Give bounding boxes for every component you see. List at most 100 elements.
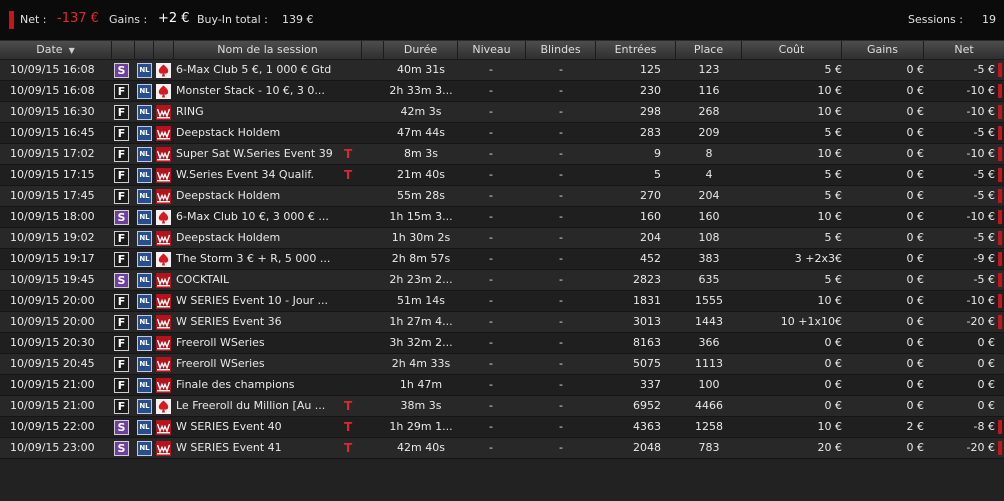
- pokerstars-icon: [156, 252, 171, 267]
- session-type-badge: F: [114, 399, 129, 414]
- session-level: -: [489, 399, 493, 412]
- limit-badge: NL: [137, 168, 152, 183]
- limit-badge: NL: [137, 315, 152, 330]
- session-duration: 3h 32m 2...: [389, 336, 453, 349]
- session-entries: 6952: [633, 399, 661, 412]
- table-row[interactable]: 10/09/15 16:08 F NL Monster Stack - 10 €…: [0, 81, 1004, 102]
- column-level-label: Niveau: [472, 43, 511, 56]
- session-place: 108: [698, 231, 720, 244]
- table-row[interactable]: 10/09/15 16:45 F NL Deepstack Holdem 47m…: [0, 123, 1004, 144]
- session-net: -10 €: [966, 210, 995, 223]
- winamax-icon: [156, 315, 171, 330]
- table-row[interactable]: 10/09/15 19:02 F NL Deepstack Holdem 1h …: [0, 228, 1004, 249]
- session-gains: 0 €: [906, 378, 925, 391]
- table-row[interactable]: 10/09/15 16:08 S NL 6-Max Club 5 €, 1 00…: [0, 60, 1004, 81]
- winamax-icon: [156, 189, 171, 204]
- table-row[interactable]: 10/09/15 20:45 F NL Freeroll WSeries 2h …: [0, 354, 1004, 375]
- session-place: 1258: [695, 420, 723, 433]
- session-place: 100: [698, 378, 720, 391]
- session-level: -: [489, 168, 493, 181]
- session-type-badge: S: [114, 210, 129, 225]
- column-gains[interactable]: Gains: [842, 41, 924, 60]
- session-place: 635: [698, 273, 720, 286]
- table-row[interactable]: 10/09/15 18:00 S NL 6-Max Club 10 €, 3 0…: [0, 207, 1004, 228]
- session-net: -10 €: [966, 84, 995, 97]
- session-net: 0 €: [977, 336, 996, 349]
- limit-badge: NL: [137, 84, 152, 99]
- column-room[interactable]: [154, 41, 174, 60]
- session-blinds: -: [559, 126, 563, 139]
- net-value: -137 €: [57, 11, 99, 26]
- buyin-value: 139 €: [282, 13, 314, 26]
- column-net[interactable]: Net: [924, 41, 1004, 60]
- column-name[interactable]: Nom de la session: [174, 41, 362, 60]
- column-turbo[interactable]: [362, 41, 384, 60]
- column-date[interactable]: Date ▼: [0, 41, 112, 60]
- session-net: 0 €: [977, 357, 996, 370]
- session-type-badge: F: [114, 315, 129, 330]
- limit-badge: NL: [137, 105, 152, 120]
- winamax-icon: [156, 231, 171, 246]
- column-duration[interactable]: Durée: [384, 41, 458, 60]
- winamax-icon: [156, 357, 171, 372]
- table-row[interactable]: 10/09/15 21:00 F NL Finale des champions…: [0, 375, 1004, 396]
- session-blinds: -: [559, 378, 563, 391]
- session-level: -: [489, 126, 493, 139]
- column-blinds[interactable]: Blindes: [526, 41, 596, 60]
- session-cost: 10 €: [817, 294, 843, 307]
- net-loss-indicator: [998, 84, 1002, 98]
- session-entries: 4363: [633, 420, 661, 433]
- table-row[interactable]: 10/09/15 20:30 F NL Freeroll WSeries 3h …: [0, 333, 1004, 354]
- column-level[interactable]: Niveau: [458, 41, 526, 60]
- table-row[interactable]: 10/09/15 17:15 F NL W.Series Event 34 Qu…: [0, 165, 1004, 186]
- session-net: -5 €: [973, 231, 995, 244]
- table-row[interactable]: 10/09/15 22:00 S NL W SERIES Event 40 T …: [0, 417, 1004, 438]
- session-entries: 452: [640, 252, 661, 265]
- session-place: 383: [698, 252, 720, 265]
- session-cost: 10 €: [817, 210, 843, 223]
- session-date: 10/09/15 20:30: [10, 336, 95, 349]
- table-row[interactable]: 10/09/15 21:00 F NL Le Freeroll du Milli…: [0, 396, 1004, 417]
- turbo-icon: T: [344, 441, 353, 455]
- session-net: -10 €: [966, 294, 995, 307]
- session-gains: 0 €: [906, 336, 925, 349]
- table-row[interactable]: 10/09/15 19:45 S NL COCKTAIL 2h 23m 2...…: [0, 270, 1004, 291]
- session-place: 204: [698, 189, 720, 202]
- column-limit[interactable]: [135, 41, 154, 60]
- session-duration: 40m 31s: [397, 63, 445, 76]
- session-type-badge: F: [114, 105, 129, 120]
- column-net-label: Net: [954, 43, 974, 56]
- table-row[interactable]: 10/09/15 17:45 F NL Deepstack Holdem 55m…: [0, 186, 1004, 207]
- column-place[interactable]: Place: [676, 41, 742, 60]
- session-gains: 0 €: [906, 441, 925, 454]
- table-row[interactable]: 10/09/15 19:17 F NL The Storm 3 € + R, 5…: [0, 249, 1004, 270]
- table-row[interactable]: 10/09/15 16:30 F NL RING 42m 3s - - 298 …: [0, 102, 1004, 123]
- session-gains: 0 €: [906, 63, 925, 76]
- column-cost-label: Coût: [778, 43, 805, 56]
- session-place: 8: [705, 147, 713, 160]
- session-date: 10/09/15 20:45: [10, 357, 95, 370]
- table-row[interactable]: 10/09/15 20:00 F NL W SERIES Event 10 - …: [0, 291, 1004, 312]
- session-level: -: [489, 273, 493, 286]
- session-blinds: -: [559, 210, 563, 223]
- session-cost: 10 €: [817, 84, 843, 97]
- column-type[interactable]: [112, 41, 135, 60]
- column-cost[interactable]: Coût: [742, 41, 842, 60]
- session-name: Deepstack Holdem: [176, 126, 281, 139]
- session-date: 10/09/15 16:08: [10, 84, 95, 97]
- table-row[interactable]: 10/09/15 17:02 F NL Super Sat W.Series E…: [0, 144, 1004, 165]
- limit-badge: NL: [137, 210, 152, 225]
- session-gains: 0 €: [906, 399, 925, 412]
- session-duration: 1h 29m 1...: [389, 420, 453, 433]
- sort-down-icon[interactable]: ▼: [69, 46, 75, 55]
- session-name: Finale des champions: [176, 378, 295, 391]
- session-blinds: -: [559, 357, 563, 370]
- session-type-badge: F: [114, 126, 129, 141]
- column-entries[interactable]: Entrées: [596, 41, 676, 60]
- table-row[interactable]: 10/09/15 20:00 F NL W SERIES Event 36 1h…: [0, 312, 1004, 333]
- session-level: -: [489, 441, 493, 454]
- session-name: 6-Max Club 5 €, 1 000 € Gtd: [176, 63, 332, 76]
- session-duration: 2h 33m 3...: [389, 84, 453, 97]
- session-entries: 2048: [633, 441, 661, 454]
- table-row[interactable]: 10/09/15 23:00 S NL W SERIES Event 41 T …: [0, 438, 1004, 459]
